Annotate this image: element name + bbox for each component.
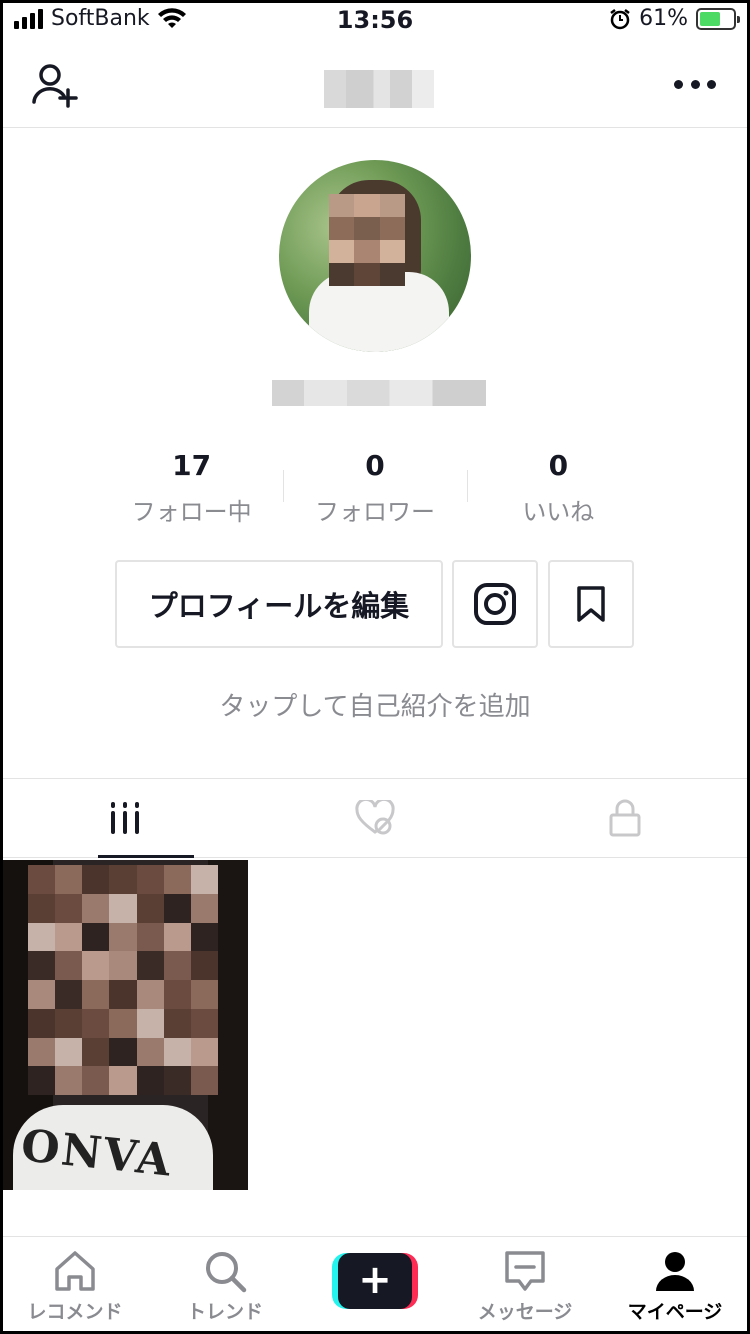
nav-label: マイページ	[627, 1301, 723, 1323]
nav-label: レコメンド	[27, 1301, 123, 1323]
content-tabs	[0, 778, 750, 858]
create-button[interactable]: +	[332, 1253, 418, 1309]
profile-stats: 17 フォロー中 0 フォロワー 0 いいね	[100, 448, 650, 528]
stat-label: フォロワー	[314, 498, 435, 526]
bio-placeholder[interactable]: タップして自己紹介を追加	[0, 686, 750, 723]
favorites-button[interactable]	[548, 560, 634, 648]
instagram-icon	[474, 583, 516, 625]
person-add-icon[interactable]	[30, 60, 80, 110]
battery-icon	[696, 7, 740, 30]
battery-percent: 61%	[639, 6, 688, 31]
bottom-tab-bar: レコメンド トレンド + メッセージ マイページ	[0, 1236, 750, 1334]
grid-icon	[111, 802, 139, 834]
stat-followers[interactable]: 0 フォロワー	[283, 448, 466, 528]
nav-trend[interactable]: トレンド	[150, 1237, 300, 1334]
stat-value: 0	[365, 449, 385, 482]
nav-label: トレンド	[186, 1301, 263, 1323]
instagram-button[interactable]	[452, 560, 538, 648]
search-icon	[206, 1252, 247, 1293]
nav-create[interactable]: +	[300, 1237, 450, 1334]
stat-value: 0	[548, 449, 569, 482]
avatar-redaction-mosaic	[329, 194, 405, 286]
alarm-icon	[610, 8, 630, 29]
stat-following[interactable]: 17 フォロー中	[100, 448, 283, 528]
avatar[interactable]	[279, 160, 471, 352]
username-redacted	[272, 380, 486, 406]
liked-hidden-icon	[355, 800, 395, 835]
stat-value: 17	[172, 449, 212, 482]
bookmark-icon	[577, 586, 605, 622]
profile-header	[0, 42, 750, 128]
message-icon	[505, 1251, 545, 1291]
ellipsis-icon[interactable]	[674, 74, 716, 94]
home-icon	[55, 1251, 95, 1291]
tab-videos[interactable]	[0, 779, 250, 858]
nav-label: メッセージ	[477, 1301, 573, 1323]
stat-likes[interactable]: 0 いいね	[466, 448, 650, 528]
lock-icon	[609, 799, 641, 837]
stat-label: いいね	[522, 498, 595, 526]
tab-private[interactable]	[500, 779, 750, 857]
stat-label: フォロー中	[131, 498, 252, 526]
status-bar: SoftBank 13:56 61%	[0, 0, 750, 42]
thumbnail-redaction-mosaic	[28, 865, 218, 1095]
plus-icon: +	[338, 1253, 412, 1309]
nav-messages[interactable]: メッセージ	[450, 1237, 600, 1334]
username-title-redacted	[324, 70, 434, 108]
nav-mypage[interactable]: マイページ	[600, 1237, 750, 1334]
edit-profile-button[interactable]: プロフィールを編集	[115, 560, 443, 648]
profile-icon	[656, 1252, 694, 1291]
video-thumbnail[interactable]: ONVA	[3, 860, 248, 1190]
nav-recommend[interactable]: レコメンド	[0, 1237, 150, 1334]
tab-liked[interactable]	[250, 779, 500, 857]
